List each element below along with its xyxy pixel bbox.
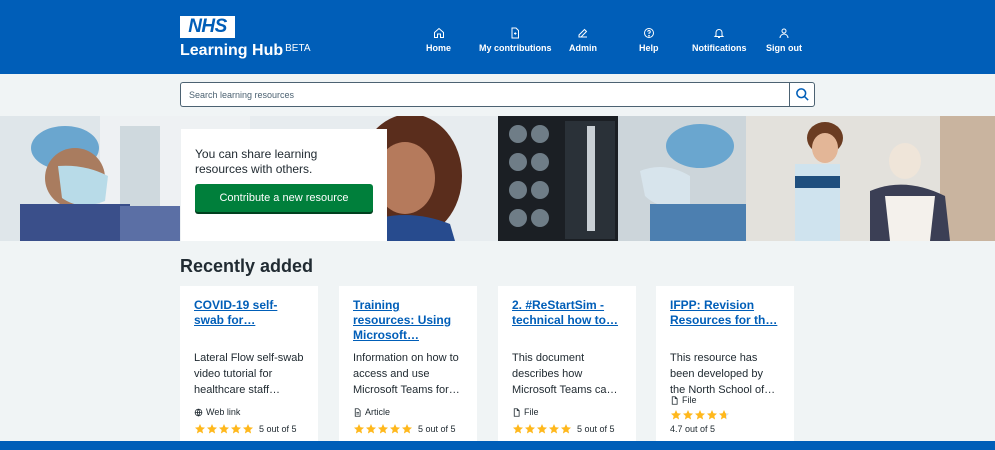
star-icon xyxy=(561,424,571,434)
nav-sign-out[interactable]: Sign out xyxy=(766,27,802,53)
resource-type: File xyxy=(670,395,697,405)
resource-rating: 4.7 out of 5 xyxy=(670,409,735,434)
hero-message: You can share learning resources with ot… xyxy=(195,147,318,176)
star-icon xyxy=(707,410,717,420)
hero-card: You can share learning resources with ot… xyxy=(181,129,387,241)
home-icon xyxy=(433,27,444,38)
rating-label: 5 out of 5 xyxy=(577,424,615,434)
star-icon xyxy=(219,424,229,434)
star-icon xyxy=(231,424,241,434)
star-rating xyxy=(512,423,572,435)
hero-banner: You can share learning resources with ot… xyxy=(0,116,995,241)
nav-admin[interactable]: Admin xyxy=(569,27,597,53)
resource-rating: 5 out of 5 xyxy=(353,423,456,435)
star-rating xyxy=(194,423,254,435)
star-icon xyxy=(207,424,217,434)
search-bar xyxy=(180,82,815,107)
rating-label: 5 out of 5 xyxy=(418,424,456,434)
resource-type: Article xyxy=(353,407,390,417)
contribute-resource-button[interactable]: Contribute a new resource xyxy=(195,184,373,212)
footer-bar xyxy=(0,441,995,450)
star-icon xyxy=(537,424,547,434)
star-icon xyxy=(513,424,523,434)
search-icon xyxy=(795,88,809,101)
star-icon xyxy=(671,410,681,420)
resource-rating: 5 out of 5 xyxy=(194,423,297,435)
star-icon xyxy=(549,424,559,434)
star-icon xyxy=(366,424,376,434)
file-icon xyxy=(671,395,678,405)
star-icon xyxy=(354,424,364,434)
edit-icon xyxy=(578,28,588,38)
star-icon xyxy=(402,424,412,434)
site-header: NHS Learning Hub BETA Home My contributio… xyxy=(0,0,995,74)
star-icon xyxy=(695,410,705,420)
resource-type: File xyxy=(512,407,539,417)
star-rating xyxy=(353,423,413,435)
resource-title-link[interactable]: 2. #ReStartSim - technical how to… xyxy=(512,298,622,342)
globe-icon xyxy=(194,408,203,417)
nav-help[interactable]: Help xyxy=(639,27,659,53)
resource-rating: 5 out of 5 xyxy=(512,423,615,435)
star-icon xyxy=(525,424,535,434)
star-icon xyxy=(378,424,388,434)
nav-notifications[interactable]: Notifications xyxy=(692,27,747,53)
nav-my-contributions[interactable]: My contributions xyxy=(479,27,552,53)
resource-description: Information on how to access and use Mic… xyxy=(353,352,460,396)
resource-description: This resource has been developed by the … xyxy=(670,352,776,396)
main-nav: Home My contributions Admin Help Notific… xyxy=(0,27,995,57)
bell-icon xyxy=(714,29,725,38)
rating-label: 4.7 out of 5 xyxy=(670,424,716,434)
resource-description: Lateral Flow self-swab video tutorial fo… xyxy=(194,352,304,396)
star-icon xyxy=(390,424,400,434)
recently-added-heading: Recently added xyxy=(180,256,314,276)
resource-type: Web link xyxy=(194,407,240,417)
resource-card: Training resources: Using Microsoft… Inf… xyxy=(339,286,477,442)
resource-card: COVID-19 self-swab for… Lateral Flow sel… xyxy=(180,286,318,442)
star-icon xyxy=(243,424,253,434)
resource-description: This document describes how Microsoft Te… xyxy=(512,352,618,396)
resource-card: IFPP: Revision Resources for th… This re… xyxy=(656,286,794,442)
article-icon xyxy=(354,407,361,417)
nav-home[interactable]: Home xyxy=(426,27,451,53)
star-icon xyxy=(683,410,693,420)
resource-title-link[interactable]: COVID-19 self-swab for… xyxy=(194,298,304,342)
help-icon xyxy=(643,28,654,38)
file-icon xyxy=(513,407,520,417)
search-button[interactable] xyxy=(789,82,815,107)
star-icon xyxy=(195,424,205,434)
resource-title-link[interactable]: Training resources: Using Microsoft… xyxy=(353,298,463,342)
resource-title-link[interactable]: IFPP: Revision Resources for th… xyxy=(670,298,780,342)
resource-card: 2. #ReStartSim - technical how to… This … xyxy=(498,286,636,442)
star-icon xyxy=(719,410,729,420)
rating-label: 5 out of 5 xyxy=(259,424,297,434)
user-icon xyxy=(779,28,789,39)
hero-image xyxy=(0,116,995,241)
document-icon xyxy=(511,27,520,39)
search-input[interactable] xyxy=(180,82,790,107)
star-rating xyxy=(670,409,730,421)
